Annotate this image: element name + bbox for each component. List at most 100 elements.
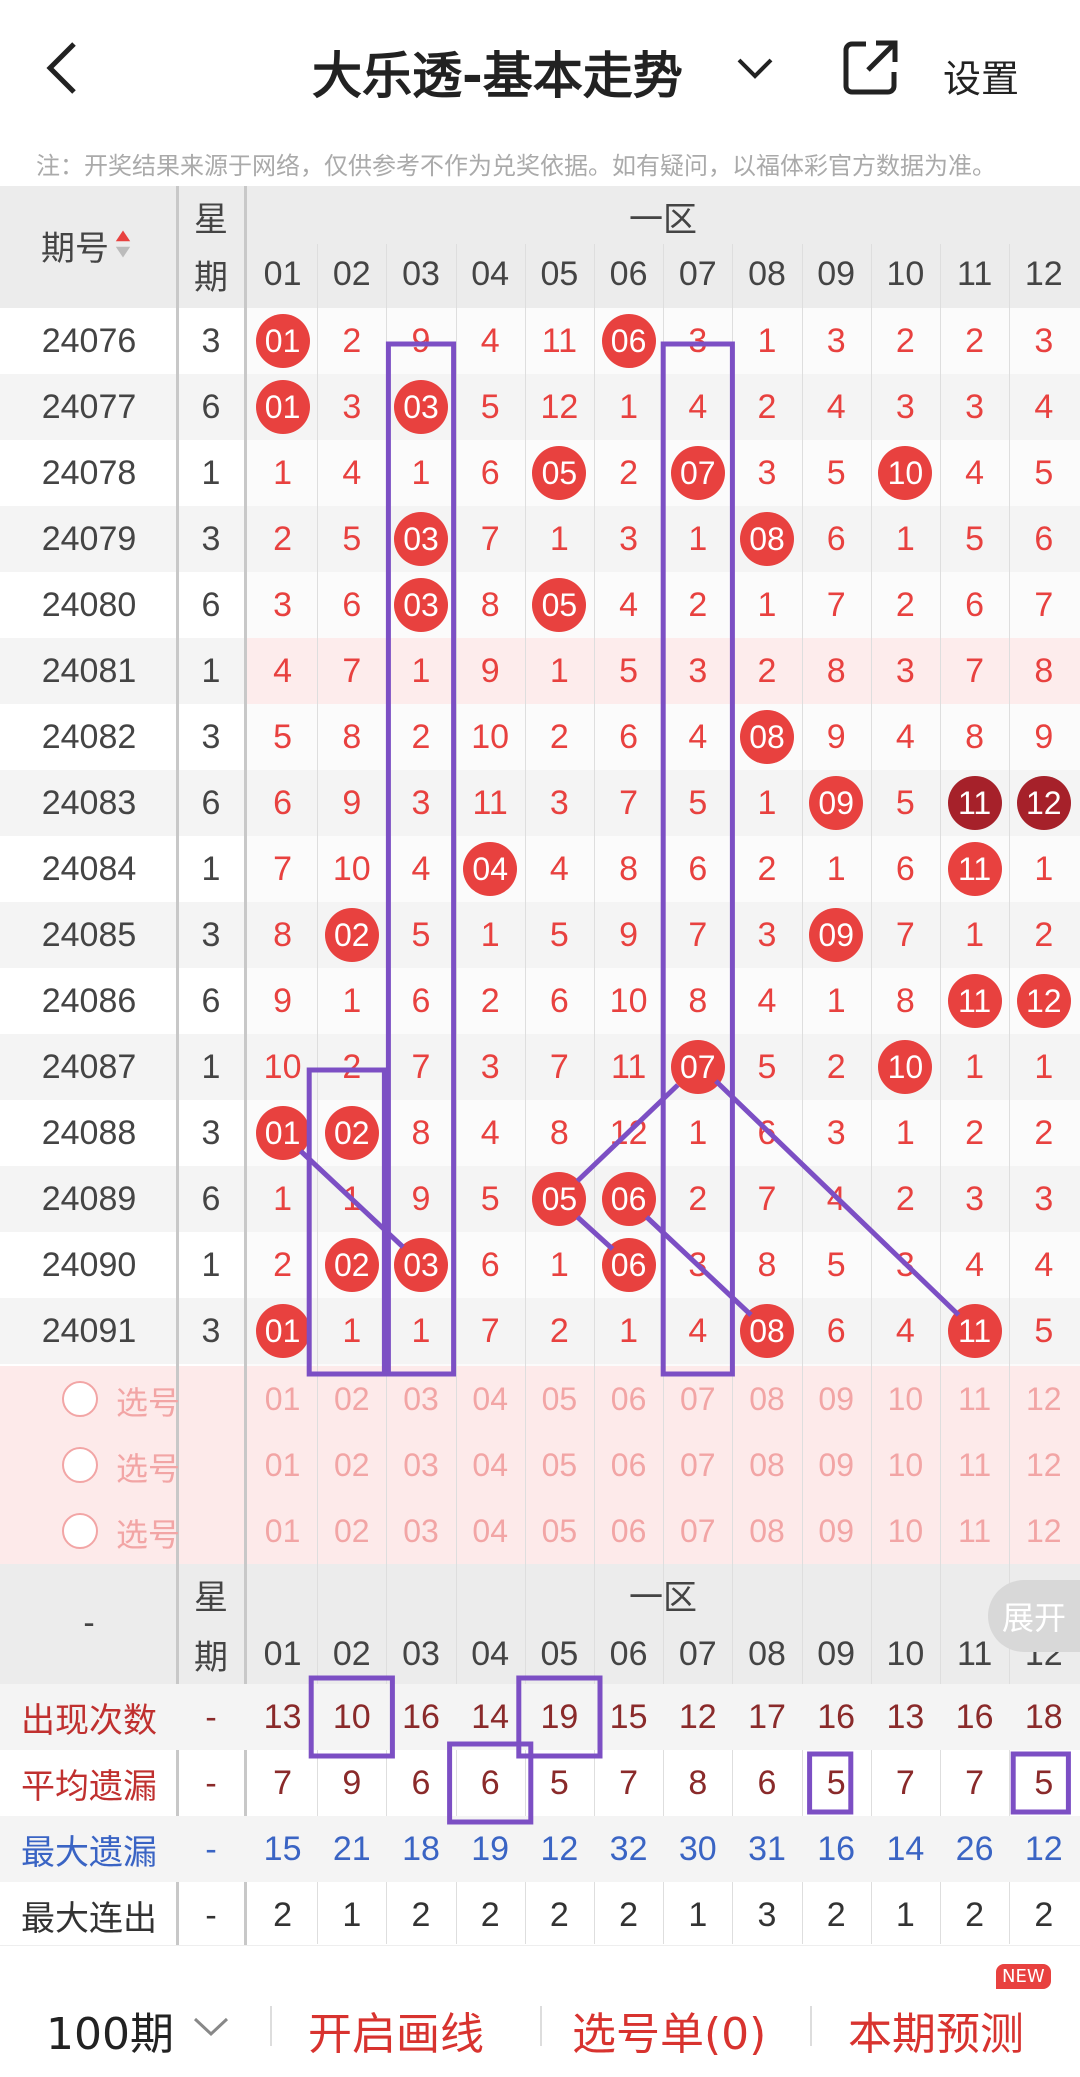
miss-count: 3 [1034,1179,1054,1218]
miss-count: 4 [688,1311,708,1350]
drawn-number-ball: 02 [324,1106,379,1160]
stat-value: 2 [549,1895,569,1934]
pick-number[interactable]: 06 [594,1366,663,1432]
pick-number[interactable]: 11 [940,1498,1009,1564]
pick-list-button[interactable]: 选号单(0) [572,1998,766,2062]
back-arrow-icon[interactable] [40,38,90,98]
share-icon[interactable] [842,38,900,96]
miss-count: 2 [757,849,777,888]
pick-number[interactable]: 05 [525,1366,594,1432]
pick-number[interactable]: 07 [663,1432,732,1498]
pick-number[interactable]: 03 [386,1498,455,1564]
miss-count: 6 [826,519,846,558]
stat-label: 出现次数 [21,1700,157,1741]
pick-radio[interactable] [62,1513,98,1549]
pick-number[interactable]: 06 [594,1498,663,1564]
miss-count: 1 [826,849,846,888]
stat-value: 1 [342,1895,362,1934]
pick-number[interactable]: 11 [940,1432,1009,1498]
pick-number[interactable]: 09 [802,1432,871,1498]
pick-number[interactable]: 04 [456,1366,525,1432]
pick-number[interactable]: 07 [663,1366,732,1432]
period-number: 24090 [41,1245,137,1284]
pick-number[interactable]: 08 [732,1498,801,1564]
drawn-number-ball: 10 [878,1040,933,1094]
drawn-number-ball: 03 [394,578,448,632]
pick-number[interactable]: 06 [594,1432,663,1498]
miss-count: 4 [342,453,362,492]
miss-count: 5 [965,519,985,558]
pick-radio[interactable] [62,1447,98,1483]
pick-number[interactable]: 08 [732,1366,801,1432]
page-title[interactable]: 大乐透-基本走势 [312,36,683,108]
pick-number[interactable]: 08 [732,1432,801,1498]
pick-label[interactable]: 选号 [116,1378,180,1424]
pick-number[interactable]: 05 [525,1498,594,1564]
pick-number[interactable]: 02 [317,1498,386,1564]
miss-count: 7 [619,783,639,822]
miss-count: 4 [480,321,500,360]
pick-number[interactable]: 03 [386,1432,455,1498]
miss-count: 7 [273,849,293,888]
chevron-down-icon[interactable] [735,50,775,86]
pick-number[interactable]: 12 [1009,1366,1078,1432]
stat-value: 5 [826,1763,846,1802]
pick-radio[interactable] [62,1381,98,1417]
pick-number[interactable]: 01 [248,1432,317,1498]
miss-count: 2 [965,1113,985,1152]
divider [540,2006,542,2046]
column-header: 05 [540,1634,579,1673]
pick-number[interactable]: 01 [248,1498,317,1564]
pick-number[interactable]: 10 [871,1366,940,1432]
drawn-number-ball: 06 [601,314,656,368]
pick-number[interactable]: 09 [802,1366,871,1432]
miss-count: 8 [895,981,915,1020]
miss-count: 4 [895,717,915,756]
chevron-down-icon[interactable] [192,2014,230,2040]
miss-count: 4 [1034,387,1054,426]
pick-number[interactable]: 07 [663,1498,732,1564]
pick-number[interactable]: 10 [871,1432,940,1498]
period-select[interactable]: 100期 [46,1998,174,2062]
pick-number[interactable]: 04 [456,1432,525,1498]
miss-count: 9 [342,783,362,822]
pick-number[interactable]: 12 [1009,1498,1078,1564]
pick-number[interactable]: 02 [317,1366,386,1432]
pick-number[interactable]: 11 [940,1366,1009,1432]
stat-value: 2 [965,1895,985,1934]
pick-number[interactable]: 03 [386,1366,455,1432]
pick-label[interactable]: 选号 [116,1510,180,1556]
miss-count: 6 [1034,519,1054,558]
miss-count: 1 [273,1179,293,1218]
pick-number[interactable]: 01 [248,1366,317,1432]
pick-number[interactable]: 02 [317,1432,386,1498]
pick-number[interactable]: 10 [871,1498,940,1564]
drawn-number-ball: 05 [532,578,587,632]
drawn-number-ball: 11 [947,1304,1002,1358]
miss-count: 9 [411,321,431,360]
miss-count: 3 [895,387,915,426]
miss-count: 3 [619,519,639,558]
week-header-line1: 星 [194,1578,228,1617]
stat-value: 32 [609,1829,648,1868]
miss-count: 2 [895,321,915,360]
expand-button[interactable]: 展开 [988,1580,1080,1652]
sort-icon[interactable] [114,228,132,260]
pick-number[interactable]: 09 [802,1498,871,1564]
drawn-number-ball: 02 [324,908,379,962]
miss-count: 1 [342,981,362,1020]
pick-number[interactable]: 12 [1009,1432,1078,1498]
miss-count: 6 [688,849,708,888]
pick-number[interactable]: 05 [525,1432,594,1498]
column-header: 04 [471,1634,510,1673]
pick-number[interactable]: 04 [456,1498,525,1564]
draw-line-button[interactable]: 开启画线 [308,1998,484,2062]
app-root: 大乐透-基本走势 设置 注：开奖结果来源于网络，仅供参考不作为兑奖依据。如有疑问… [0,0,1080,2077]
weekday: 6 [201,585,221,624]
predict-button[interactable]: 本期预测 [848,1998,1024,2062]
miss-count: 3 [895,1245,915,1284]
miss-count: 1 [895,519,915,558]
weekday: 1 [201,453,221,492]
pick-label[interactable]: 选号 [116,1444,180,1490]
settings-button[interactable]: 设置 [943,48,1019,103]
